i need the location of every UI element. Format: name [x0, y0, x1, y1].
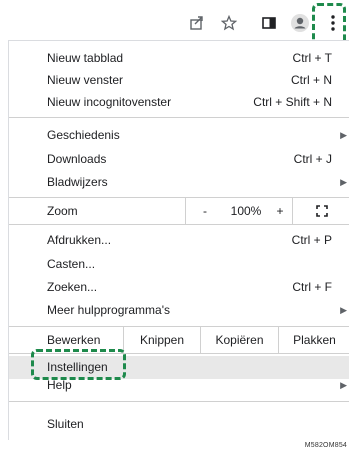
menu-separator	[9, 224, 349, 225]
menu-item-zoom: Zoom - 100% +	[9, 198, 349, 224]
shortcut-label: Ctrl + F	[292, 280, 332, 294]
menu-item-label: Nieuw incognitovenster	[47, 95, 172, 109]
sidebar-icon[interactable]	[258, 12, 280, 34]
menu-item-label: Casten...	[47, 257, 96, 271]
menu-item-new-window[interactable]: Nieuw venster Ctrl + N	[9, 69, 349, 91]
figure-caption: M582OM854	[304, 442, 347, 449]
menu-item-exit[interactable]: Sluiten	[9, 413, 349, 435]
menu-item-history[interactable]: Geschiedenis ▶	[9, 124, 349, 146]
menu-separator	[9, 401, 349, 402]
fullscreen-button[interactable]	[292, 198, 349, 224]
shortcut-label: Ctrl + J	[293, 152, 332, 166]
menu-item-print[interactable]: Afdrukken... Ctrl + P	[9, 229, 349, 251]
submenu-arrow-icon: ▶	[340, 130, 347, 140]
share-icon[interactable]	[186, 12, 208, 34]
profile-icon[interactable]	[289, 12, 311, 34]
paste-button[interactable]: Plakken	[278, 327, 349, 353]
zoom-in-button[interactable]: +	[268, 198, 292, 224]
shortcut-label: Ctrl + T	[292, 51, 332, 65]
menu-item-bookmarks[interactable]: Bladwijzers ▶	[9, 171, 349, 193]
star-icon[interactable]	[218, 12, 240, 34]
menu-item-label: Help	[47, 378, 72, 392]
zoom-controls: - 100% +	[185, 198, 349, 224]
menu-item-more-tools[interactable]: Meer hulpprogramma's ▶	[9, 299, 349, 321]
menu-item-cast[interactable]: Casten...	[9, 253, 349, 275]
copy-button[interactable]: Kopiëren	[200, 327, 278, 353]
menu-item-label: Nieuw tabblad	[47, 51, 124, 65]
shortcut-label: Ctrl + P	[291, 233, 332, 247]
fullscreen-icon	[316, 205, 328, 217]
zoom-level: 100%	[230, 204, 262, 218]
cut-button[interactable]: Knippen	[123, 327, 200, 353]
menu-item-label: Downloads	[47, 152, 107, 166]
menu-item-label: Nieuw venster	[47, 73, 124, 87]
settings-highlight	[31, 349, 126, 380]
menu-separator	[9, 117, 349, 118]
menu-item-label: Geschiedenis	[47, 128, 120, 142]
menu-item-help[interactable]: Help ▶	[9, 378, 349, 394]
submenu-arrow-icon: ▶	[340, 177, 347, 187]
zoom-out-button[interactable]: -	[186, 198, 224, 224]
menu-item-new-tab[interactable]: Nieuw tabblad Ctrl + T	[9, 47, 349, 69]
shortcut-label: Ctrl + Shift + N	[253, 95, 332, 109]
menu-item-downloads[interactable]: Downloads Ctrl + J	[9, 148, 349, 170]
menu-item-find[interactable]: Zoeken... Ctrl + F	[9, 276, 349, 298]
shortcut-label: Ctrl + N	[290, 73, 332, 87]
menu-item-label: Sluiten	[47, 417, 84, 431]
menu-item-new-incognito[interactable]: Nieuw incognitovenster Ctrl + Shift + N	[9, 91, 349, 113]
submenu-arrow-icon: ▶	[340, 380, 347, 390]
menu-item-label: Bladwijzers	[47, 175, 108, 189]
zoom-label: Zoom	[47, 204, 78, 218]
chrome-menu: Nieuw tabblad Ctrl + T Nieuw venster Ctr…	[8, 40, 349, 440]
menu-item-label: Zoeken...	[47, 280, 98, 294]
menu-item-label: Meer hulpprogramma's	[47, 303, 171, 317]
submenu-arrow-icon: ▶	[340, 305, 347, 315]
menu-item-label: Afdrukken...	[47, 233, 112, 247]
